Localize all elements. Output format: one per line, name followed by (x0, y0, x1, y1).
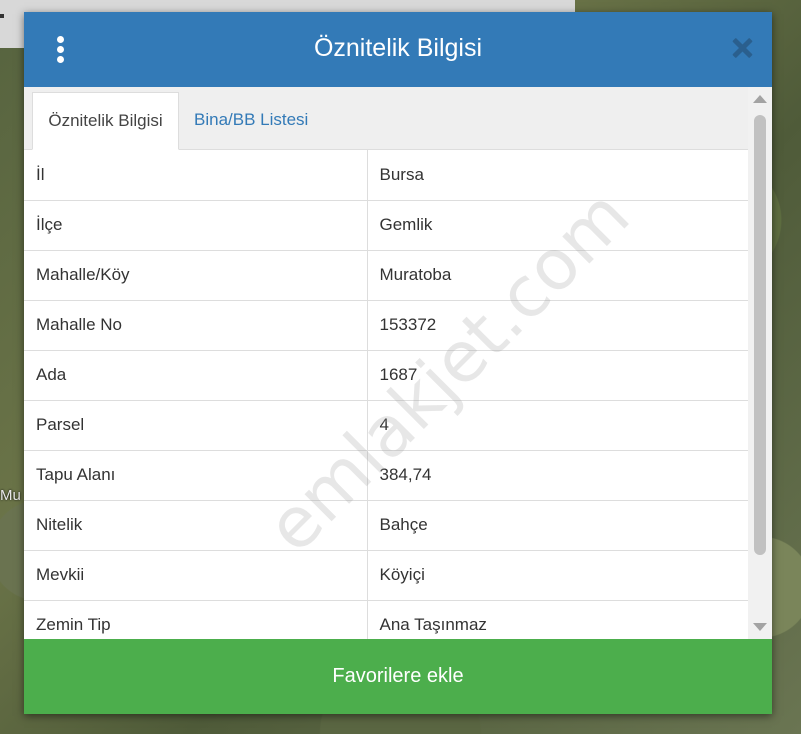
content-scrollbar[interactable] (748, 87, 772, 639)
table-row: Zemin Tip Ana Taşınmaz (24, 599, 748, 639)
tab-bar: Öznitelik Bilgisi Bina/BB Listesi (24, 87, 748, 150)
attribute-value: 153372 (367, 299, 748, 350)
scroll-thumb[interactable] (754, 115, 766, 555)
attribute-key: Mahalle/Köy (24, 249, 368, 300)
table-row: Ada 1687 (24, 349, 748, 400)
attribute-key: Zemin Tip (24, 599, 368, 639)
table-row: Parsel 4 (24, 399, 748, 450)
table-row: Nitelik Bahçe (24, 499, 748, 550)
table-row: Mevkii Köyiçi (24, 549, 748, 600)
attribute-value: Muratoba (367, 249, 748, 300)
scroll-up-arrow-icon[interactable] (753, 95, 767, 103)
attribute-info-modal: Öznitelik Bilgisi Öznitelik Bilgisi Bina… (24, 12, 772, 714)
modal-content: Öznitelik Bilgisi Bina/BB Listesi İl Burs… (24, 87, 748, 639)
modal-title: Öznitelik Bilgisi (313, 34, 483, 62)
scroll-down-arrow-icon[interactable] (753, 623, 767, 631)
map-place-label: Mu (0, 487, 21, 504)
attribute-key: Mahalle No (24, 299, 368, 350)
attribute-value: 4 (367, 399, 748, 450)
attribute-value: Bahçe (367, 499, 748, 550)
add-to-favorites-button[interactable]: Favorilere ekle (24, 639, 772, 714)
attribute-value: Köyiçi (367, 549, 748, 600)
tab-building-list[interactable]: Bina/BB Listesi (182, 92, 320, 148)
attribute-value: 384,74 (367, 449, 748, 500)
attribute-table: İl Bursa İlçe Gemlik Mahalle/Köy Muratoba M… (24, 150, 748, 639)
attribute-key: Mevkii (24, 549, 368, 600)
table-row: Mahalle/Köy Muratoba (24, 249, 748, 300)
table-row: Mahalle No 153372 (24, 299, 748, 350)
attribute-value: Bursa (379, 164, 424, 184)
attribute-key: Nitelik (24, 499, 368, 550)
attribute-key: İlçe (24, 199, 368, 250)
map-tick (0, 14, 4, 18)
attribute-value: Gemlik (367, 199, 748, 250)
close-icon[interactable] (732, 38, 752, 58)
modal-header: Öznitelik Bilgisi (24, 12, 772, 87)
attribute-key: Tapu Alanı (24, 449, 368, 500)
table-row: İlçe Gemlik (24, 199, 748, 250)
table-row: İl Bursa (24, 150, 748, 200)
attribute-key: Ada (24, 349, 368, 400)
attribute-key: Parsel (24, 399, 368, 450)
attribute-value: Ana Taşınmaz (367, 599, 748, 639)
tab-attribute-info[interactable]: Öznitelik Bilgisi (32, 92, 179, 150)
attribute-key: İl (24, 150, 368, 200)
table-row: Tapu Alanı 384,74 (24, 449, 748, 500)
attribute-value: 1687 (367, 349, 748, 400)
